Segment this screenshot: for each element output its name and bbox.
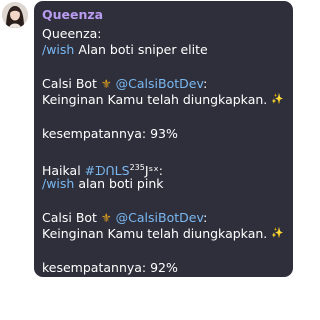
- message-line: Haikal #ᗪᑎᒪS235Jˢˣ:: [42, 160, 286, 178]
- avatar[interactable]: [2, 2, 28, 28]
- colon: :: [203, 210, 208, 225]
- bot-mention-link[interactable]: @CalsiBotDev: [112, 210, 204, 225]
- quoted-user-name: Queenza:: [42, 26, 102, 41]
- chance-text: kesempatannya: 93%: [42, 126, 178, 141]
- wish-text: alan boti pink: [74, 176, 164, 191]
- message-line: Keinginan Kamu telah diungkapkan. ✨: [42, 92, 286, 108]
- sender-name[interactable]: Queenza: [42, 7, 286, 24]
- message-line: kesempatannya: 93%: [42, 126, 286, 142]
- trident-icon: ⚜: [100, 77, 112, 91]
- wish-text: Alan boti sniper elite: [74, 42, 208, 57]
- chance-text: kesempatannya: 92%: [42, 260, 178, 275]
- name-superscript: 235: [129, 163, 145, 172]
- wish-command-link[interactable]: /wish: [42, 42, 74, 57]
- message-line: Keinginan Kamu telah diungkapkan. ✨: [42, 226, 286, 242]
- bot-name: Calsi Bot: [42, 76, 101, 91]
- avatar-photo-icon: [2, 2, 28, 28]
- bot-reply-text: Keinginan Kamu telah diungkapkan.: [42, 92, 272, 107]
- bot-mention-link[interactable]: @CalsiBotDev: [112, 76, 204, 91]
- colon: :: [203, 76, 208, 91]
- wish-command-link[interactable]: /wish: [42, 176, 74, 191]
- sparkles-icon: ✨: [271, 94, 284, 105]
- trident-icon: ⚜: [100, 211, 112, 225]
- bot-name: Calsi Bot: [42, 210, 101, 225]
- message-bubble: Queenza Queenza: /wish Alan boti sniper …: [34, 1, 293, 277]
- message-line: kesempatannya: 92%: [42, 260, 286, 276]
- message-line: Calsi Bot ⚜ @CalsiBotDev:: [42, 210, 286, 226]
- bot-reply-text: Keinginan Kamu telah diungkapkan.: [42, 226, 272, 241]
- message-line: /wish Alan boti sniper elite: [42, 42, 286, 58]
- message-line: /wish alan boti pink: [42, 176, 286, 192]
- message-line: Queenza:: [42, 26, 286, 42]
- sparkles-icon: ✨: [271, 228, 284, 239]
- message-line: Calsi Bot ⚜ @CalsiBotDev:: [42, 76, 286, 92]
